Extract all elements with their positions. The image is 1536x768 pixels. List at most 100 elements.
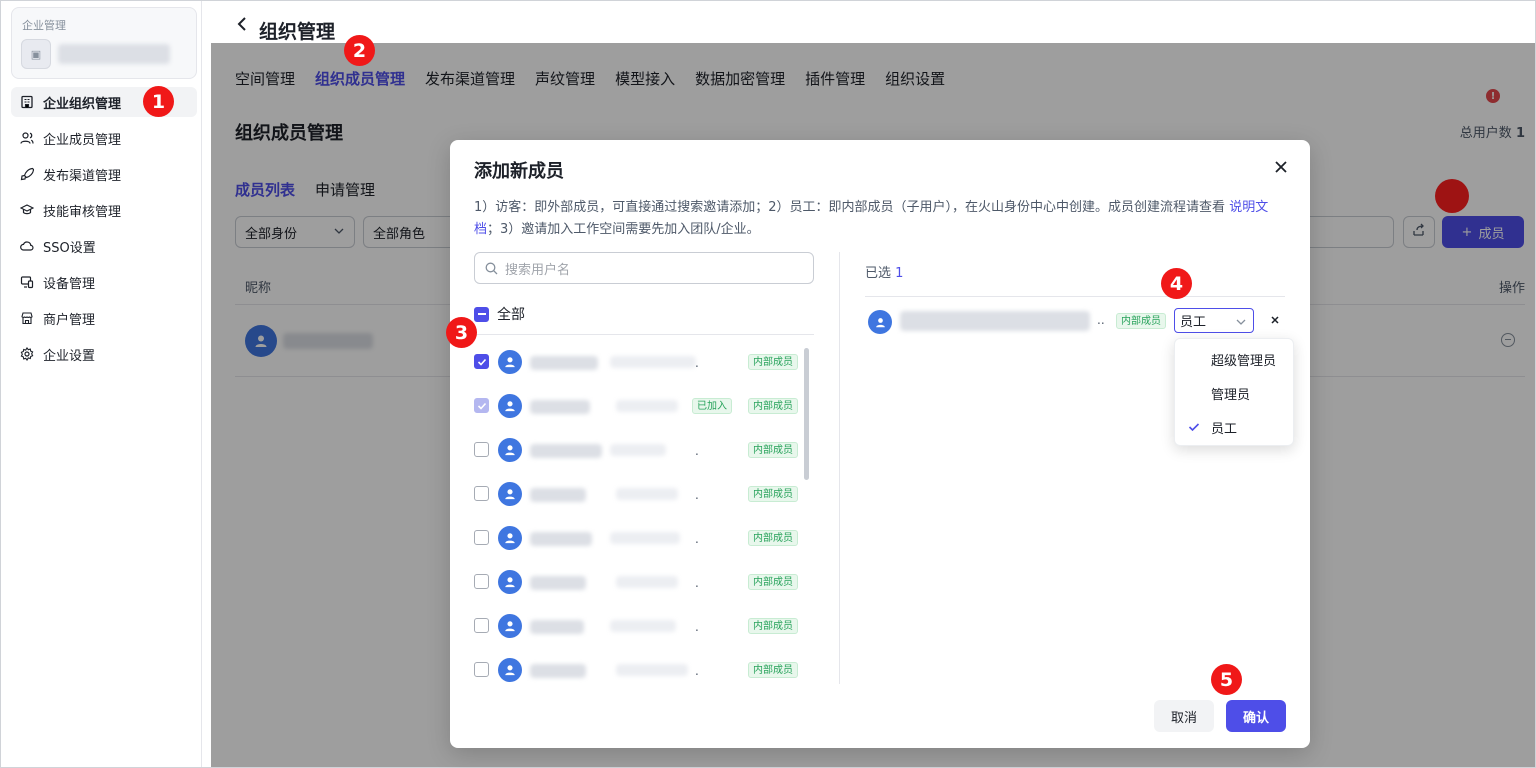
step-badge-3: 3	[446, 317, 477, 348]
member-tag: 内部成员	[748, 618, 798, 634]
enterprise-logo-icon: ▣	[21, 39, 51, 69]
confirm-button[interactable]: 确认	[1226, 700, 1286, 732]
store-icon	[20, 311, 34, 325]
user-icon	[505, 489, 515, 500]
member-name-redacted	[530, 444, 602, 458]
user-icon	[505, 533, 515, 544]
rocket-icon	[20, 167, 34, 181]
sidebar-item[interactable]: 设备管理	[11, 267, 197, 297]
role-option[interactable]: 管理员	[1175, 376, 1295, 410]
sidebar-item-label: 设备管理	[43, 276, 96, 292]
sidebar-item-label: 技能审核管理	[43, 204, 122, 220]
list-item[interactable]: . 内部成员	[474, 472, 800, 516]
list-item[interactable]: . 内部成员	[474, 604, 800, 648]
selected-member-row: .. 内部成员 员工	[868, 308, 1288, 334]
avatar	[498, 394, 522, 418]
sidebar-item[interactable]: 企业设置	[11, 339, 197, 369]
dialog-description: 1）访客：即外部成员，可直接通过搜索邀请添加；2）员工：即内部成员（子用户），在…	[474, 197, 1284, 241]
list-item[interactable]: . 内部成员	[474, 340, 800, 384]
select-all[interactable]: 全部	[474, 304, 525, 324]
list-item[interactable]: . 内部成员	[474, 648, 800, 684]
step-badge-2: 2	[344, 35, 375, 66]
sidebar-item-label: 企业设置	[43, 348, 96, 364]
users-icon	[20, 131, 34, 145]
list-scrollbar[interactable]	[804, 348, 809, 480]
member-checkbox[interactable]	[474, 530, 489, 545]
sidebar-item[interactable]: 商户管理	[11, 303, 197, 333]
list-item[interactable]: . 内部成员	[474, 560, 800, 604]
role-option[interactable]: 员工	[1175, 410, 1295, 444]
member-email-redacted	[610, 356, 696, 368]
user-icon	[505, 577, 515, 588]
role-option-label: 管理员	[1211, 387, 1251, 403]
step-badge-5: 5	[1211, 664, 1242, 695]
member-checkbox[interactable]	[474, 618, 489, 633]
selected-member-name-redacted	[900, 311, 1090, 331]
sidebar-item[interactable]: 发布渠道管理	[11, 159, 197, 189]
member-name-redacted	[530, 532, 592, 546]
step-badge-4: 4	[1161, 268, 1192, 299]
member-tag: 内部成员	[748, 354, 798, 370]
cancel-button[interactable]: 取消	[1154, 700, 1214, 732]
gear-icon	[20, 347, 34, 361]
member-email-redacted	[610, 620, 676, 632]
select-all-checkbox[interactable]	[474, 306, 489, 322]
chevron-left-icon[interactable]	[237, 17, 247, 35]
role-option[interactable]: 超级管理员	[1175, 342, 1295, 376]
divider	[839, 252, 840, 684]
list-item[interactable]: 内部成员 已加入	[474, 384, 800, 428]
check-icon	[1188, 421, 1200, 437]
user-icon	[505, 665, 515, 676]
member-checkbox[interactable]	[474, 662, 489, 677]
member-checkbox[interactable]	[474, 442, 489, 457]
graduation-cap-icon	[20, 203, 34, 217]
role-dropdown: 超级管理员管理员员工	[1174, 338, 1294, 446]
user-icon	[505, 621, 515, 632]
avatar	[498, 350, 522, 374]
enterprise-switcher[interactable]: 企业管理 ▣	[11, 7, 197, 79]
member-name-redacted	[530, 576, 586, 590]
sidebar-item[interactable]: 技能审核管理	[11, 195, 197, 225]
member-checkbox	[474, 398, 489, 413]
member-email-redacted	[616, 400, 678, 412]
member-ellipsis: .	[695, 576, 699, 590]
sidebar-item-label: 企业成员管理	[43, 132, 122, 148]
member-checkbox[interactable]	[474, 486, 489, 501]
member-tag: 内部成员	[748, 442, 798, 458]
sidebar-item-label: SSO设置	[43, 240, 96, 256]
avatar	[498, 658, 522, 682]
member-name-redacted	[530, 488, 586, 502]
sidebar-item[interactable]: 企业成员管理	[11, 123, 197, 153]
member-email-redacted	[616, 576, 678, 588]
user-icon	[875, 317, 885, 327]
member-checkbox[interactable]	[474, 354, 489, 369]
role-select[interactable]: 员工	[1174, 308, 1254, 333]
member-tag: 已加入	[692, 398, 732, 414]
sidebar: 企业管理 ▣ 企业组织管理 企业成员管理发布渠道管理技能审核管理 SSO设置设备管理…	[1, 1, 202, 767]
avatar	[498, 570, 522, 594]
member-ellipsis: .	[695, 664, 699, 678]
close-icon[interactable]	[1274, 160, 1288, 174]
member-name-redacted	[530, 356, 598, 370]
remove-selected-icon[interactable]	[1269, 314, 1281, 326]
member-name-redacted	[530, 400, 590, 414]
user-icon	[505, 357, 515, 368]
sidebar-item[interactable]: SSO设置	[11, 231, 197, 261]
list-item[interactable]: . 内部成员	[474, 516, 800, 560]
list-item[interactable]: . 内部成员	[474, 428, 800, 472]
member-tag: 内部成员	[748, 530, 798, 546]
avatar	[498, 438, 522, 462]
enterprise-label: 企业管理	[22, 19, 66, 32]
role-select-value: 员工	[1180, 315, 1207, 330]
avatar	[498, 526, 522, 550]
avatar	[868, 310, 892, 334]
member-ellipsis: .	[695, 356, 699, 370]
member-tag: 内部成员	[748, 398, 798, 414]
step-badge-1: 1	[143, 86, 174, 117]
member-email-redacted	[616, 664, 688, 676]
member-tag: 内部成员	[748, 486, 798, 502]
member-checkbox[interactable]	[474, 574, 489, 589]
member-email-redacted	[610, 532, 680, 544]
user-search-input[interactable]: 搜索用户名	[474, 252, 814, 284]
sidebar-item-label: 企业组织管理	[43, 96, 122, 112]
